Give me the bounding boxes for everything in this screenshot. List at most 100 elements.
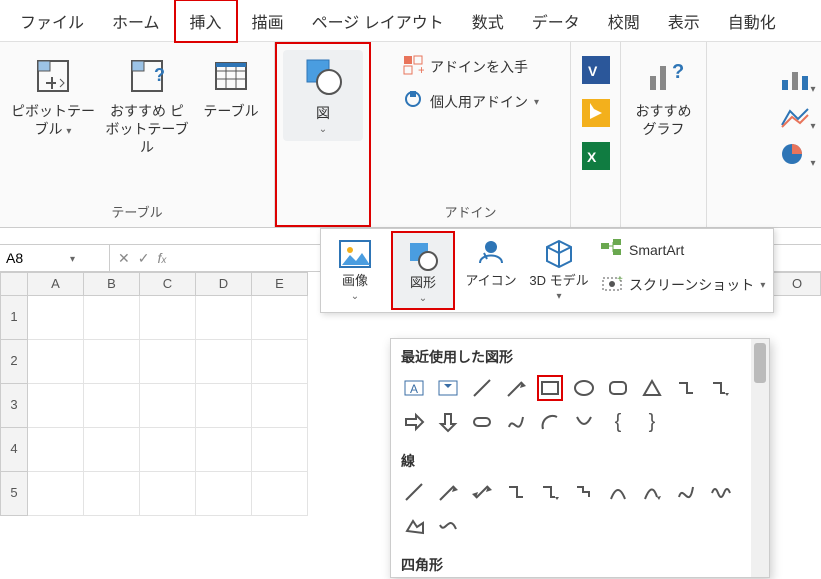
insert-image-button[interactable]: 画像 ⌄ <box>323 231 387 310</box>
shape-scribble[interactable] <box>707 479 733 505</box>
shape-curve-arrow[interactable] <box>639 479 665 505</box>
tab-data[interactable]: データ <box>518 1 594 41</box>
smartart-button[interactable]: SmartArt <box>601 239 765 260</box>
shape-arc[interactable] <box>537 409 563 435</box>
accept-icon[interactable]: ✓ <box>138 250 150 267</box>
line-chart-icon[interactable]: ▾ <box>780 105 815 132</box>
shape-elbow-double[interactable] <box>571 479 597 505</box>
cell[interactable] <box>196 472 252 516</box>
cell[interactable] <box>28 472 84 516</box>
row-header[interactable]: 4 <box>0 428 28 472</box>
shape-freeform-closed[interactable] <box>401 513 427 539</box>
shape-freeform[interactable] <box>503 409 529 435</box>
shape-connector-elbow-arrow[interactable] <box>707 375 733 401</box>
fx-icon[interactable]: fx <box>157 250 166 266</box>
col-header[interactable]: C <box>140 272 196 296</box>
cancel-icon[interactable]: ✕ <box>118 250 130 267</box>
cell[interactable] <box>84 340 140 384</box>
col-header[interactable]: D <box>196 272 252 296</box>
shape-curve-double[interactable] <box>673 479 699 505</box>
scrollbar-thumb[interactable] <box>754 343 766 383</box>
name-box[interactable]: ▾ <box>0 244 110 272</box>
shape-freeform-open[interactable] <box>435 513 461 539</box>
cell[interactable] <box>140 296 196 340</box>
cell[interactable] <box>140 384 196 428</box>
cell[interactable] <box>28 340 84 384</box>
row-header[interactable]: 2 <box>0 340 28 384</box>
shape-right-brace[interactable]: } <box>639 409 665 435</box>
table-button[interactable]: テーブル <box>196 48 266 126</box>
excel-tile[interactable]: X <box>582 142 610 173</box>
screenshot-button[interactable]: + スクリーンショット ▾ <box>601 274 765 295</box>
cell[interactable] <box>84 428 140 472</box>
cell[interactable] <box>196 428 252 472</box>
shape-rectangle[interactable] <box>537 375 563 401</box>
cell[interactable] <box>252 384 308 428</box>
shape-block-arrow[interactable] <box>401 409 427 435</box>
cell[interactable] <box>252 428 308 472</box>
shape-line[interactable] <box>469 375 495 401</box>
tab-review[interactable]: 校閲 <box>594 1 654 41</box>
shape-textbox-vert[interactable] <box>435 375 461 401</box>
tab-home[interactable]: ホーム <box>98 1 174 41</box>
col-header[interactable]: E <box>252 272 308 296</box>
scrollbar[interactable]: ▴ <box>751 339 769 577</box>
tab-file[interactable]: ファイル <box>6 1 98 41</box>
bar-chart-icon[interactable]: ▾ <box>780 68 815 95</box>
col-header[interactable]: B <box>84 272 140 296</box>
visio-tile[interactable]: V <box>582 56 610 87</box>
cell[interactable] <box>196 340 252 384</box>
cell[interactable] <box>28 296 84 340</box>
cell[interactable] <box>252 340 308 384</box>
cell[interactable] <box>252 296 308 340</box>
tab-auto[interactable]: 自動化 <box>714 1 790 41</box>
shape-left-brace[interactable]: { <box>605 409 631 435</box>
shape-triangle[interactable] <box>639 375 665 401</box>
shape-textbox[interactable]: A <box>401 375 427 401</box>
shape-elbow[interactable] <box>503 479 529 505</box>
my-addins-button[interactable]: 個人用アドイン ▾ <box>402 89 539 114</box>
tab-draw[interactable]: 描画 <box>238 1 298 41</box>
pie-chart-icon[interactable]: ▾ <box>780 142 815 169</box>
select-all-corner[interactable] <box>0 272 28 296</box>
row-header[interactable]: 3 <box>0 384 28 428</box>
shape-rounded-rect[interactable] <box>605 375 631 401</box>
tab-insert[interactable]: 挿入 <box>174 0 238 43</box>
shape-curve-connector[interactable] <box>605 479 631 505</box>
tab-formula[interactable]: 数式 <box>458 1 518 41</box>
chevron-down-icon[interactable]: ▾ <box>70 254 75 265</box>
shape-arrow-line[interactable] <box>503 375 529 401</box>
cell[interactable] <box>84 296 140 340</box>
shape-elbow-arrow[interactable] <box>537 479 563 505</box>
insert-shapes-button[interactable]: 図形 ⌄ <box>391 231 455 310</box>
shape-line-arrow[interactable] <box>435 479 461 505</box>
cell[interactable] <box>28 384 84 428</box>
insert-icons-button[interactable]: アイコン <box>459 231 523 310</box>
cell[interactable] <box>196 384 252 428</box>
illustrations-button[interactable]: 図 ⌄ <box>283 50 363 141</box>
cell[interactable] <box>140 472 196 516</box>
worksheet-grid[interactable]: A B C D E 1 2 3 4 5 <box>0 272 320 516</box>
recommended-pivot-button[interactable]: ? おすすめ ピボットテーブル <box>102 48 192 162</box>
shape-line[interactable] <box>401 479 427 505</box>
shape-line-double-arrow[interactable] <box>469 479 495 505</box>
pivot-table-button[interactable]: ピボットテーブル ▾ <box>8 48 98 147</box>
cell[interactable] <box>252 472 308 516</box>
bing-tile[interactable] <box>582 99 610 130</box>
row-header[interactable]: 1 <box>0 296 28 340</box>
shape-down-arrow[interactable] <box>435 409 461 435</box>
cell[interactable] <box>196 296 252 340</box>
col-header[interactable]: O <box>773 272 821 296</box>
shape-flowchart-terminator[interactable] <box>469 409 495 435</box>
row-header[interactable]: 5 <box>0 472 28 516</box>
recommended-charts-button[interactable]: ? おすすめ グラフ <box>627 48 701 144</box>
cell[interactable] <box>140 428 196 472</box>
cell[interactable] <box>84 384 140 428</box>
shape-curve[interactable] <box>571 409 597 435</box>
col-header[interactable]: A <box>28 272 84 296</box>
cell[interactable] <box>28 428 84 472</box>
tab-view[interactable]: 表示 <box>654 1 714 41</box>
name-box-input[interactable] <box>6 250 66 266</box>
insert-3dmodel-button[interactable]: 3D モデル▾ <box>527 231 591 310</box>
shape-connector-elbow[interactable] <box>673 375 699 401</box>
